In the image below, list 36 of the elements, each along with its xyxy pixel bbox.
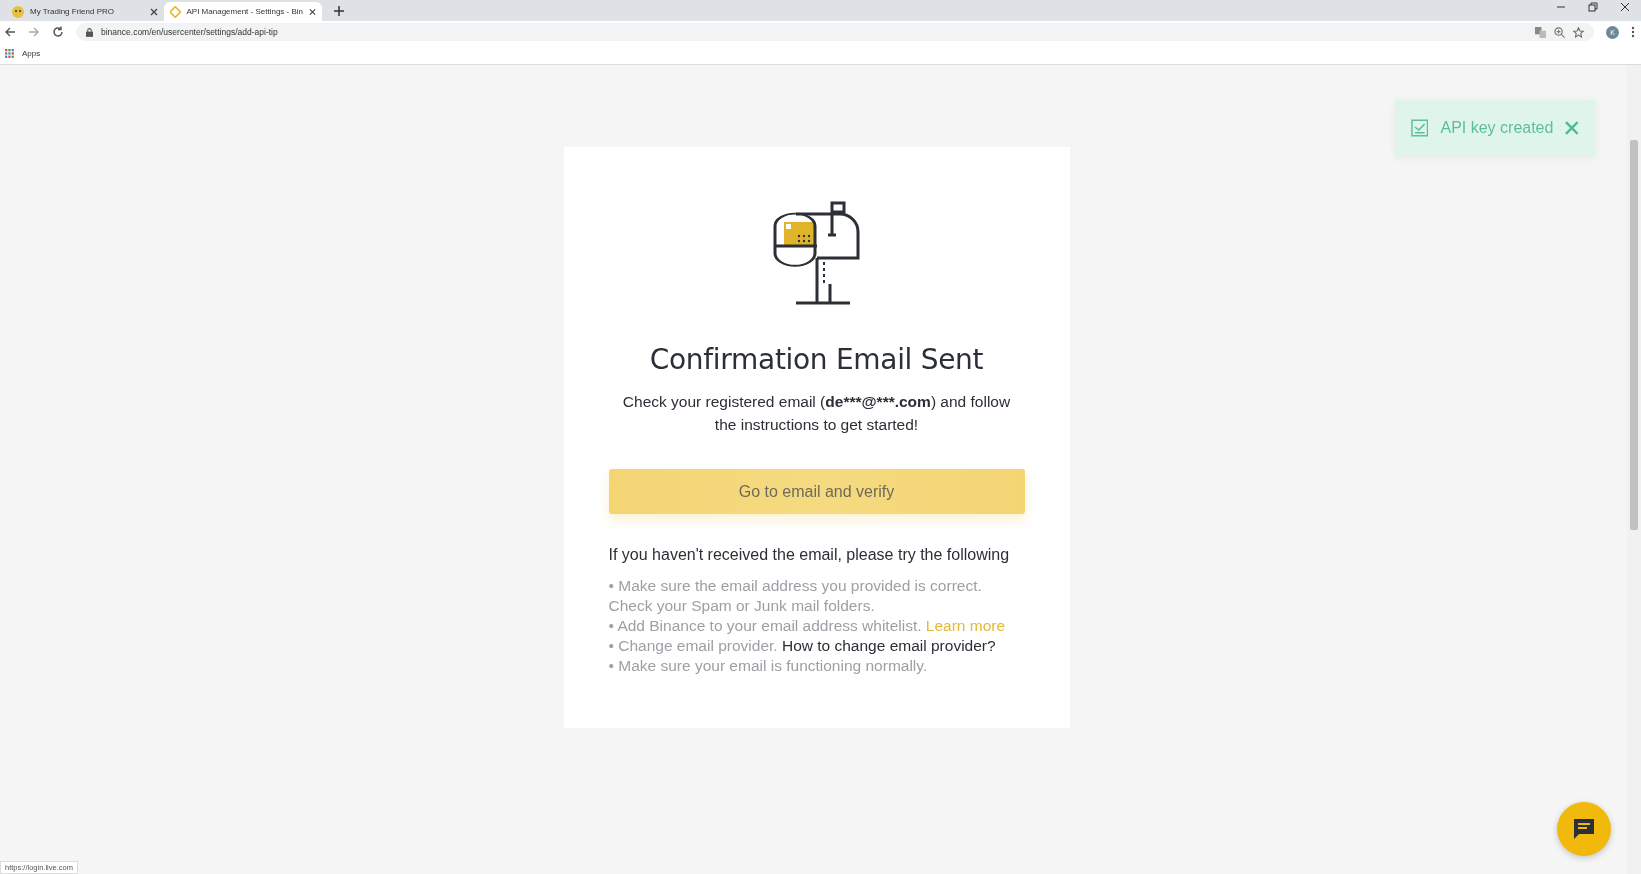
mailbox-icon <box>771 200 862 306</box>
chat-button[interactable] <box>1557 802 1611 856</box>
close-icon[interactable] <box>309 7 316 16</box>
toast-message: API key created <box>1440 119 1554 137</box>
diamond-icon <box>170 5 181 18</box>
help-text: • Add Binance to your email address whitelist. <box>608 617 922 634</box>
bookmark-link[interactable]: Apps <box>22 48 41 58</box>
help-text: Check your Spam or Junk mail folders. <box>608 596 876 616</box>
menu-icon[interactable] <box>1631 26 1635 38</box>
apps-grid-icon[interactable] <box>5 48 14 58</box>
star-icon[interactable] <box>1573 26 1584 38</box>
smiley-icon <box>12 5 24 18</box>
new-tab-icon[interactable] <box>334 6 344 16</box>
browser-tab[interactable]: API Management - Settings - Bin <box>164 2 322 21</box>
translate-icon[interactable] <box>1535 26 1546 38</box>
verify-email-button[interactable]: Go to email and verify <box>608 469 1025 514</box>
close-icon[interactable] <box>1620 2 1630 12</box>
help-link[interactable]: How to change email provider? <box>781 637 996 654</box>
tab-title: API Management - Settings - Bin <box>186 7 303 16</box>
chat-icon <box>1572 817 1596 841</box>
tab-title: My Trading Friend PRO <box>30 7 116 16</box>
checkbox-icon <box>1411 119 1429 137</box>
help-text: • Make sure the email address you provided is correct. <box>608 576 983 596</box>
instruction-text: Check your registered email (de***@***.com) and follow the instructions to get started! <box>621 392 1012 435</box>
close-icon[interactable] <box>150 7 158 16</box>
restore-icon[interactable] <box>1588 2 1598 12</box>
help-text: • Make sure your email is functioning normally. <box>608 656 929 676</box>
help-text: • Change email provider. <box>608 637 778 654</box>
zoom-icon[interactable] <box>1554 26 1565 38</box>
scrollbar[interactable] <box>1627 65 1641 874</box>
card-title: Confirmation Email Sent <box>649 343 984 376</box>
reload-icon[interactable] <box>52 26 64 38</box>
address-bar[interactable]: binance.com/en/usercenter/settings/add-api-tip <box>76 23 1594 41</box>
lock-icon <box>86 27 93 37</box>
back-icon[interactable] <box>4 26 16 38</box>
help-heading: If you haven't received the email, please try the following <box>608 546 1011 564</box>
